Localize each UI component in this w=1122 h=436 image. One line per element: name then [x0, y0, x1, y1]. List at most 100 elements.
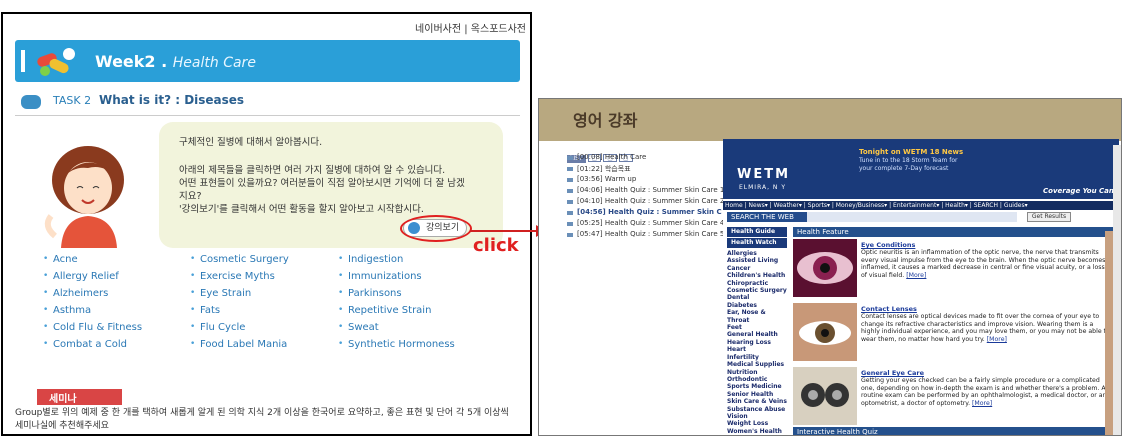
pills-icon [37, 48, 75, 76]
guide-link[interactable]: Medical Supplies [727, 361, 787, 368]
guide-link[interactable]: Cosmetic Surgery [727, 287, 787, 294]
article-text: Contact lenses are optical devices made … [861, 313, 1110, 343]
topic-link[interactable]: Acne [43, 254, 193, 271]
topic-link[interactable]: Synthetic Hormoness [338, 339, 488, 356]
dictionary-links: 네이버사전 | 옥스포드사전 [415, 20, 526, 35]
guide-link[interactable]: Nutrition [727, 369, 787, 376]
guide-link[interactable]: Diabetes [727, 302, 787, 309]
topic-link[interactable]: Indigestion [338, 254, 488, 271]
guide-link[interactable]: Women's Health [727, 428, 787, 435]
guide-link[interactable]: Hearing Loss [727, 339, 787, 346]
instruction-line-1: 구체적인 질병에 대해서 알아봅시다. [179, 137, 323, 148]
week-subtitle: Health Care [172, 55, 256, 71]
seminar-badge: 세미나 [37, 389, 122, 405]
chapter-item[interactable]: [05:25] Health Quiz : Summer Skin Care 4 [567, 219, 724, 230]
topic-link[interactable]: Flu Cycle [190, 322, 340, 339]
article-title[interactable]: Contact Lenses [861, 305, 917, 313]
topic-link[interactable]: Fats [190, 305, 340, 322]
article-title[interactable]: Eye Conditions [861, 241, 915, 249]
topic-link[interactable]: Allergy Relief [43, 271, 193, 288]
oxford-dict-link[interactable]: 옥스포드사전 [471, 24, 526, 35]
guide-link[interactable]: Infertility [727, 354, 787, 361]
topic-link[interactable]: Parkinsons [338, 288, 488, 305]
health-guide-sidebar: Health Guide Health Watch Allergies Assis… [727, 227, 787, 435]
chapter-item[interactable]: [03:56] Warm up [567, 175, 715, 186]
topic-link[interactable]: Eye Strain [190, 288, 340, 305]
more-link[interactable]: [More] [906, 272, 926, 279]
topic-link[interactable]: Sweat [338, 322, 488, 339]
arrow-line [470, 230, 540, 232]
site-logo[interactable]: WETM [737, 167, 790, 182]
chapter-item-selected[interactable]: [04:56] Health Quiz : Summer Skin C [567, 208, 722, 219]
chapter-item[interactable]: [00:08] Health Care [567, 153, 715, 164]
more-link[interactable]: [More] [987, 336, 1007, 343]
lecture-header: 영어 강좌 [539, 99, 1121, 141]
article-text: Optic neuritis is an inflammation of the… [861, 249, 1106, 279]
week-label: Week2 . [95, 52, 168, 71]
naver-dict-link[interactable]: 네이버사전 [415, 24, 461, 35]
coverage-tagline: Coverage You Can [1043, 187, 1114, 195]
scrollbar[interactable] [1113, 145, 1121, 435]
guide-link[interactable]: Dental [727, 294, 787, 301]
tonight-headline[interactable]: Tonight on WETM 18 News [859, 148, 963, 156]
topic-link[interactable]: Food Label Mania [190, 339, 340, 356]
get-results-button[interactable]: Get Results [1027, 212, 1071, 222]
book-icon [21, 95, 41, 109]
instruction-line-4: 지요? [179, 191, 202, 202]
health-quiz-header: Interactive Health Quiz [793, 427, 1113, 435]
more-link[interactable]: [More] [972, 400, 992, 407]
guide-link[interactable]: Substance Abuse [727, 406, 787, 413]
seminar-text: Group별로 위의 예제 중 한 개를 택하여 새롭게 알게 된 의학 지식 … [15, 408, 509, 431]
health-watch-button[interactable]: Health Watch [727, 238, 787, 248]
week-banner: Week2 . Health Care [15, 40, 520, 82]
topic-link[interactable]: Immunizations [338, 271, 488, 288]
guide-link[interactable]: Ear, Nose & Throat [727, 309, 787, 324]
guide-link[interactable]: General Health [727, 331, 787, 338]
chapter-item[interactable]: [04:06] Health Quiz : Summer Skin Care 1 [567, 186, 724, 197]
topic-link[interactable]: Exercise Myths [190, 271, 340, 288]
health-feature-header: Health Feature [793, 227, 1113, 237]
teacher-illustration [44, 146, 124, 248]
topic-link[interactable]: Repetitive Strain [338, 305, 488, 322]
embedded-website: WETM ELMIRA, N Y Tonight on WETM 18 News… [723, 139, 1119, 435]
search-input[interactable] [807, 212, 1017, 222]
chapter-item[interactable]: [05:47] Health Quiz : Summer Skin Care 5 [567, 230, 724, 241]
chapter-item[interactable]: [04:10] Health Quiz : Summer Skin Care 2 [567, 197, 724, 208]
guide-link[interactable]: Orthodontic [727, 376, 787, 383]
article-body: Optic neuritis is an inflammation of the… [861, 249, 1111, 279]
guide-link[interactable]: Assisted Living [727, 257, 787, 264]
seminar-label: 세미나 [49, 394, 77, 405]
guide-link[interactable]: Children's Health [727, 272, 787, 279]
topic-link[interactable]: Alzheimers [43, 288, 193, 305]
guide-link[interactable]: Vision [727, 413, 787, 420]
guide-link[interactable]: Chiropractic [727, 280, 787, 287]
guide-link[interactable]: Skin Care & Veins [727, 398, 787, 405]
topic-column-3: Indigestion Immunizations Parkinsons Rep… [338, 254, 488, 356]
search-label: SEARCH THE WEB [727, 212, 807, 222]
health-guide-button[interactable]: Health Guide [727, 227, 787, 237]
link-separator: | [464, 24, 468, 35]
topic-link[interactable]: Cold Flu & Fitness [43, 322, 193, 339]
lecture-window: 영어 강좌 LIST ▢ ▢ ▢ [00:08] Health Care [01:22… [538, 98, 1122, 436]
chapter-item[interactable]: [01:22] 학습목표 [567, 164, 715, 175]
click-annotation: click [473, 235, 519, 256]
topic-link[interactable]: Asthma [43, 305, 193, 322]
guide-link[interactable]: Feet [727, 324, 787, 331]
instruction-line-2: 아래의 제목들을 클릭하면 여러 가지 질병에 대하여 알 수 있습니다. [179, 165, 446, 176]
guide-list: Allergies Assisted Living Cancer Children's… [727, 250, 787, 435]
guide-link[interactable]: Senior Health [727, 391, 787, 398]
tonight-text: Tune in to the 18 Storm Team for your co… [859, 157, 958, 172]
guide-link[interactable]: Allergies [727, 250, 787, 257]
guide-link[interactable]: Weight Loss [727, 420, 787, 427]
week-title: Week2 . Health Care [95, 52, 256, 71]
article-body: Contact lenses are optical devices made … [861, 313, 1111, 343]
phoropter-image [793, 367, 857, 425]
article-title[interactable]: General Eye Care [861, 369, 924, 377]
guide-link[interactable]: Cancer [727, 265, 787, 272]
topic-link[interactable]: Cosmetic Surgery [190, 254, 340, 271]
guide-link[interactable]: Heart [727, 346, 787, 353]
site-nav[interactable]: Home | News▾ | Weather▾ | Sports▾ | Mone… [723, 201, 1119, 210]
topic-link[interactable]: Combat a Cold [43, 339, 193, 356]
guide-link[interactable]: Sports Medicine [727, 383, 787, 390]
site-location: ELMIRA, N Y [739, 184, 786, 191]
